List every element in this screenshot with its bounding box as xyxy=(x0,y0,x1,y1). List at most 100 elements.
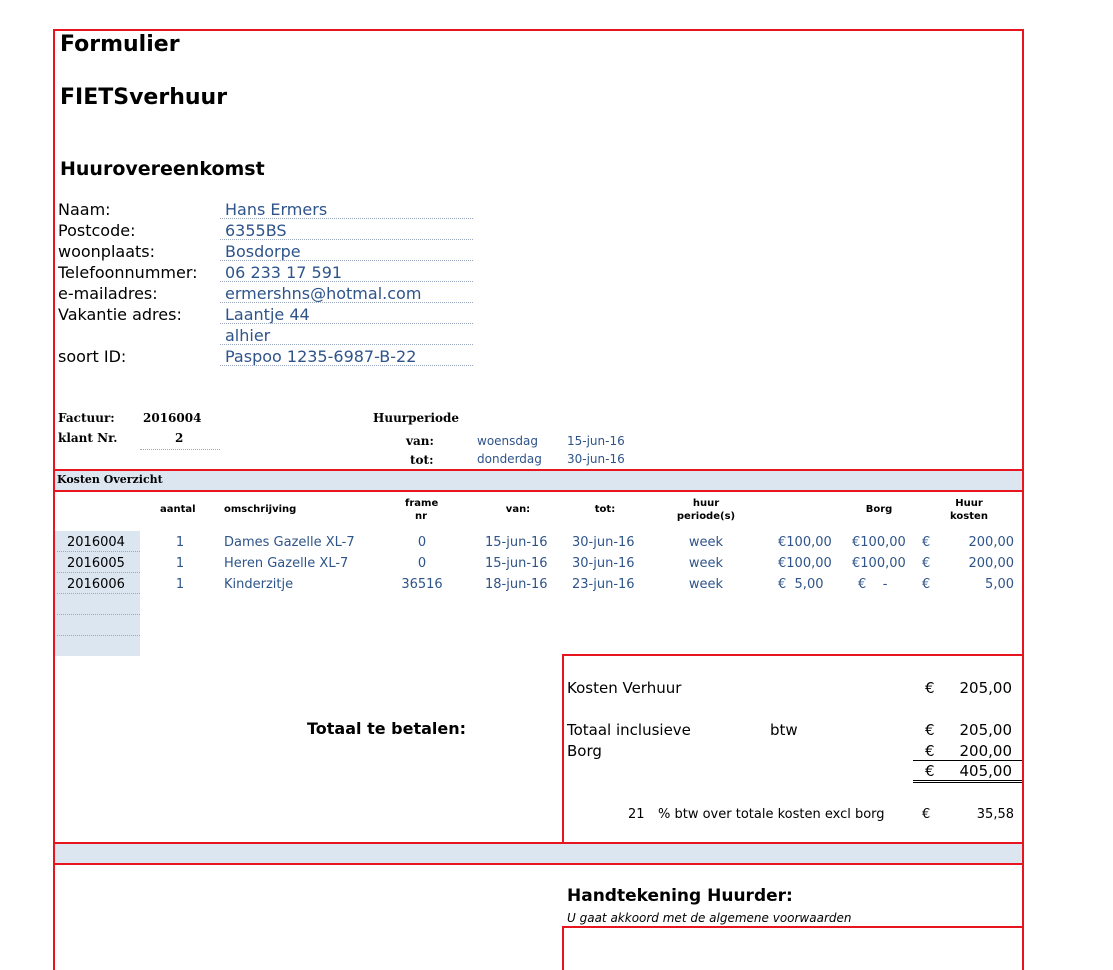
vat-euro: € xyxy=(922,807,931,822)
col-header-huur-kosten-1: Huur xyxy=(955,498,983,509)
col-header-tot: tot: xyxy=(594,504,616,515)
row-omschrijving: Dames Gazelle XL-7 xyxy=(224,535,355,550)
page-title: Formulier xyxy=(60,32,180,57)
field-label-naam: Naam: xyxy=(58,200,111,219)
separator-band xyxy=(55,844,1022,863)
kosten-verhuur-value: 205,00 xyxy=(959,679,1013,697)
van-label: van: xyxy=(406,434,434,448)
tot-date: 30-jun-16 xyxy=(567,452,625,466)
row-van: 15-jun-16 xyxy=(485,556,548,571)
row-periode: week xyxy=(688,556,724,571)
kosten-verhuur-label: Kosten Verhuur xyxy=(567,679,682,697)
sum-value: 405,00 xyxy=(959,762,1013,780)
field-underline xyxy=(220,302,473,303)
col-header-van: van: xyxy=(505,504,531,515)
field-value-soort-id: Paspoo 1235-6987-B-22 xyxy=(225,347,417,366)
totaal-inclusieve-label: Totaal inclusieve xyxy=(567,721,691,739)
borg-value: 200,00 xyxy=(959,742,1013,760)
btw-label: btw xyxy=(770,721,798,739)
field-underline xyxy=(220,344,473,345)
vat-percentage: 21 xyxy=(628,807,645,822)
row-huur-kosten: 200,00 xyxy=(968,535,1015,550)
section-title: Huurovereenkomst xyxy=(60,158,265,180)
row-aantal: 1 xyxy=(175,577,185,592)
row-euro: € xyxy=(922,577,931,592)
row-aantal: 1 xyxy=(175,535,185,550)
row-number-divider xyxy=(57,551,140,552)
field-underline xyxy=(220,365,473,366)
row-euro: € xyxy=(922,556,931,571)
divider-band-bottom xyxy=(53,863,1024,865)
signature-title: Handtekening Huurder: xyxy=(567,886,793,906)
klant-underline xyxy=(140,449,220,450)
factuur-value: 2016004 xyxy=(143,411,202,425)
field-label-email: e-mailadres: xyxy=(58,284,158,303)
row-periode: week xyxy=(688,577,724,592)
col-header-omschrijving: omschrijving xyxy=(224,504,297,515)
row-periode: week xyxy=(688,535,724,550)
divider-overview-bottom xyxy=(53,490,1024,492)
company-name: FIETSverhuur xyxy=(60,85,228,110)
col-header-frame: frame xyxy=(405,498,439,509)
row-van: 15-jun-16 xyxy=(485,535,548,550)
tot-label: tot: xyxy=(410,453,434,467)
signature-subtitle: U gaat akkoord met de algemene voorwaard… xyxy=(567,911,852,925)
field-underline xyxy=(220,218,473,219)
row-huur-kosten: 5,00 xyxy=(985,577,1014,592)
col-header-frame-nr: nr xyxy=(414,511,428,522)
frame-top xyxy=(53,29,1024,31)
borg-euro: € xyxy=(925,742,935,760)
row-prijs: €100,00 xyxy=(778,556,832,571)
field-value-telefoon: 06 233 17 591 xyxy=(225,263,343,282)
row-number: 2016006 xyxy=(67,577,125,592)
row-prijs: €100,00 xyxy=(778,535,832,550)
row-prijs: € 5,00 xyxy=(778,577,824,592)
field-underline xyxy=(220,239,473,240)
van-date: 15-jun-16 xyxy=(567,434,625,448)
row-omschrijving: Heren Gazelle XL-7 xyxy=(224,556,349,571)
van-day: woensdag xyxy=(477,434,538,448)
overview-title-band xyxy=(55,471,1022,490)
field-underline xyxy=(220,281,473,282)
vat-description: % btw over totale kosten excl borg xyxy=(658,807,885,822)
divider-totals-box-top xyxy=(562,654,1024,656)
totaal-te-betalen-label: Totaal te betalen: xyxy=(307,719,467,738)
totaal-inclusieve-value: 205,00 xyxy=(959,721,1013,739)
row-frame-nr: 0 xyxy=(417,535,427,550)
col-header-huur: huur xyxy=(692,498,720,509)
row-number-divider xyxy=(57,635,140,636)
field-label-telefoon: Telefoonnummer: xyxy=(58,263,198,282)
row-frame-nr: 0 xyxy=(417,556,427,571)
vat-value: 35,58 xyxy=(976,807,1014,822)
total-double-rule xyxy=(913,780,1022,783)
row-number-divider xyxy=(57,614,140,615)
field-label-woonplaats: woonplaats: xyxy=(58,242,156,261)
klant-label: klant Nr. xyxy=(58,431,118,445)
row-van: 18-jun-16 xyxy=(485,577,548,592)
row-euro: € xyxy=(922,535,931,550)
field-label-postcode: Postcode: xyxy=(58,221,136,240)
sum-euro: € xyxy=(925,762,935,780)
row-borg: €100,00 xyxy=(852,556,906,571)
field-value-vakantie-adres-2: alhier xyxy=(225,326,271,345)
field-underline xyxy=(220,260,473,261)
kosten-verhuur-euro: € xyxy=(925,679,935,697)
field-value-postcode: 6355BS xyxy=(225,221,287,240)
row-number: 2016005 xyxy=(67,556,125,571)
overview-title: Kosten Overzicht xyxy=(57,473,163,486)
factuur-label: Factuur: xyxy=(58,411,115,425)
row-huur-kosten: 200,00 xyxy=(968,556,1015,571)
row-tot: 23-jun-16 xyxy=(572,577,635,592)
subtotal-rule xyxy=(913,760,1022,761)
borg-label: Borg xyxy=(567,742,602,760)
frame-left xyxy=(53,29,55,970)
row-omschrijving: Kinderzitje xyxy=(224,577,294,592)
col-header-aantal: aantal xyxy=(160,504,196,515)
field-underline xyxy=(220,323,473,324)
row-tot: 30-jun-16 xyxy=(572,535,635,550)
row-number-divider xyxy=(57,593,140,594)
field-label-soort-id: soort ID: xyxy=(58,347,127,366)
signature-field[interactable] xyxy=(564,928,1022,970)
col-header-borg: Borg xyxy=(865,504,893,515)
row-tot: 30-jun-16 xyxy=(572,556,635,571)
